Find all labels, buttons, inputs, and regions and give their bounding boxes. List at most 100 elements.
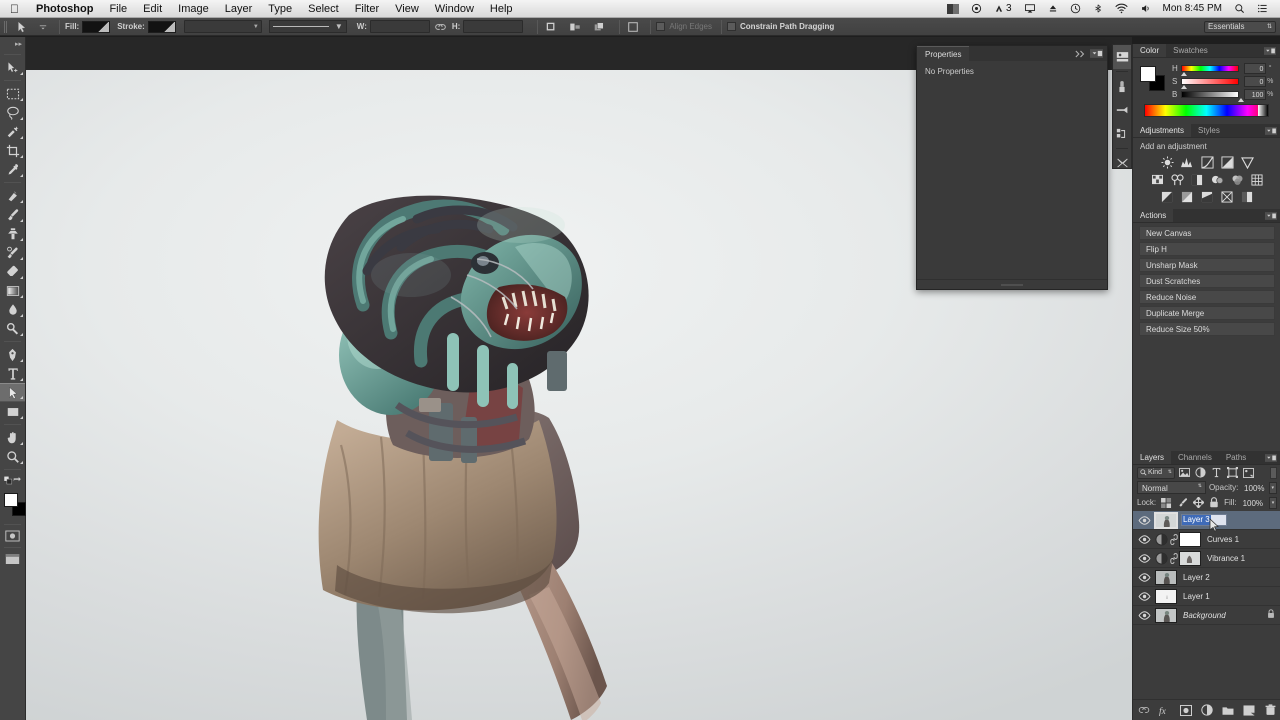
foreground-color-swatch[interactable] [4,493,18,507]
levels-icon[interactable] [1179,155,1196,170]
dodge-tool[interactable] [0,319,25,338]
blur-tool[interactable] [0,300,25,319]
menu-help[interactable]: Help [482,3,521,15]
curves-icon[interactable] [1199,155,1216,170]
channel-mixer-icon[interactable] [1229,172,1246,187]
color-lookup-icon[interactable] [1249,172,1266,187]
layer-thumbnail[interactable] [1155,551,1168,565]
bluetooth-icon[interactable] [1087,3,1109,14]
layer-visibility-toggle[interactable] [1133,515,1155,525]
action-item[interactable]: Reduce Noise [1139,290,1275,304]
table-row[interactable]: Layer 2 [1133,568,1280,587]
rectangle-shape-tool[interactable] [0,402,25,421]
clone-stamp-tool[interactable] [0,224,25,243]
layer-thumbnail[interactable] [1154,511,1178,529]
eject-icon[interactable] [1042,3,1064,14]
layer-kind-filter[interactable]: Kind ⇅ [1137,466,1175,479]
tab-styles[interactable]: Styles [1191,124,1227,137]
lock-position-icon[interactable] [1193,497,1205,509]
lock-image-icon[interactable] [1177,497,1188,509]
layer-style-fx-icon[interactable]: fx [1159,704,1171,717]
menu-select[interactable]: Select [300,3,347,15]
tab-adjustments[interactable]: Adjustments [1133,124,1192,137]
exposure-icon[interactable] [1219,155,1236,170]
posterize-icon[interactable] [1179,189,1196,204]
tab-paths[interactable]: Paths [1219,451,1253,464]
lock-all-icon[interactable] [1209,497,1219,509]
new-layer-icon[interactable] [1243,704,1255,717]
gradient-map-icon[interactable] [1219,189,1236,204]
workspace-selector[interactable]: Essentials ⇅ [1204,20,1276,33]
tab-channels[interactable]: Channels [1171,451,1219,464]
menu-edit[interactable]: Edit [135,3,170,15]
path-options-icon[interactable] [625,20,641,34]
hand-tool[interactable] [0,428,25,447]
volume-icon[interactable] [1134,3,1157,14]
tab-properties[interactable]: Properties [917,46,970,61]
tool-presets-icon[interactable] [1113,151,1131,175]
panel-menu-icon[interactable] [1265,209,1280,222]
invert-icon[interactable] [1159,189,1176,204]
new-adjustment-layer-icon[interactable] [1201,704,1213,717]
filter-smart-object-icon[interactable] [1242,466,1255,479]
layer-thumbnail[interactable] [1155,588,1177,604]
panel-menu-icon[interactable] [1090,49,1103,60]
height-input[interactable] [463,20,524,33]
rectangular-marquee-tool[interactable] [0,84,25,103]
vibrance-icon[interactable] [1239,155,1256,170]
layer-name-input[interactable]: Layer 3 [1181,514,1227,526]
saturation-slider[interactable] [1180,78,1240,89]
layer-thumbnail[interactable] [1155,607,1177,623]
color-balance-icon[interactable] [1169,172,1186,187]
adobe-cc-icon[interactable]: 3 [988,3,1018,14]
notification-center-icon[interactable] [1251,3,1274,14]
screen-mode-icon[interactable] [0,551,25,567]
action-item[interactable]: Duplicate Merge [1139,306,1275,320]
eyedropper-tool[interactable] [0,160,25,179]
layer-visibility-toggle[interactable] [1133,591,1155,601]
hue-saturation-icon[interactable] [1149,172,1166,187]
brightness-contrast-icon[interactable] [1159,155,1176,170]
hue-value[interactable]: 0 [1244,63,1267,74]
collapse-to-icons-icon[interactable] [1075,50,1086,60]
photo-filter-icon[interactable] [1209,172,1226,187]
action-item[interactable]: Flip H [1139,242,1275,256]
add-mask-icon[interactable] [1180,704,1192,717]
action-item[interactable]: New Canvas [1139,226,1275,240]
stroke-width-field[interactable]: ▼ [183,20,262,33]
menu-window[interactable]: Window [427,3,482,15]
menu-filter[interactable]: Filter [347,3,387,15]
move-tool[interactable] [0,58,25,77]
mini-bridge-icon[interactable] [1113,45,1131,69]
tab-actions[interactable]: Actions [1133,209,1174,222]
table-row[interactable]: Background [1133,606,1280,625]
filter-pixel-icon[interactable] [1178,466,1191,479]
brush-presets-icon[interactable] [1113,74,1131,98]
quick-selection-tool[interactable] [0,122,25,141]
fill-stepper[interactable]: ▾ [1269,496,1277,509]
path-arrangement-icon[interactable] [591,20,607,34]
mask-link-icon[interactable] [1168,552,1179,564]
menu-view[interactable]: View [387,3,427,15]
filter-adjustment-icon[interactable] [1194,466,1207,479]
eraser-tool[interactable] [0,262,25,281]
layer-visibility-toggle[interactable] [1133,572,1155,582]
threshold-icon[interactable] [1199,189,1216,204]
filter-type-icon[interactable] [1210,466,1223,479]
stroke-color-swatch[interactable] [147,20,176,33]
gradient-tool[interactable] [0,281,25,300]
brush-tool[interactable] [0,205,25,224]
lasso-tool[interactable] [0,103,25,122]
color-foreground-swatch[interactable] [1140,66,1156,82]
table-row[interactable]: Curves 1 [1133,530,1280,549]
action-item[interactable]: Reduce Size 50% [1139,322,1275,336]
menu-app-name[interactable]: Photoshop [28,3,101,15]
constrain-path-dragging-checkbox[interactable] [727,22,737,31]
tool-preset-picker[interactable] [32,19,54,35]
layer-list[interactable]: Layer 3 Curves 1 Vibrance 1 Layer 2 Laye… [1133,511,1280,699]
panel-menu-icon[interactable] [1265,124,1280,137]
menu-bar-clock[interactable]: Mon 8:45 PM [1157,3,1228,14]
brush-settings-icon[interactable] [1113,98,1131,122]
panel-menu-icon[interactable] [1265,451,1280,464]
options-bar-grip[interactable] [0,18,10,36]
